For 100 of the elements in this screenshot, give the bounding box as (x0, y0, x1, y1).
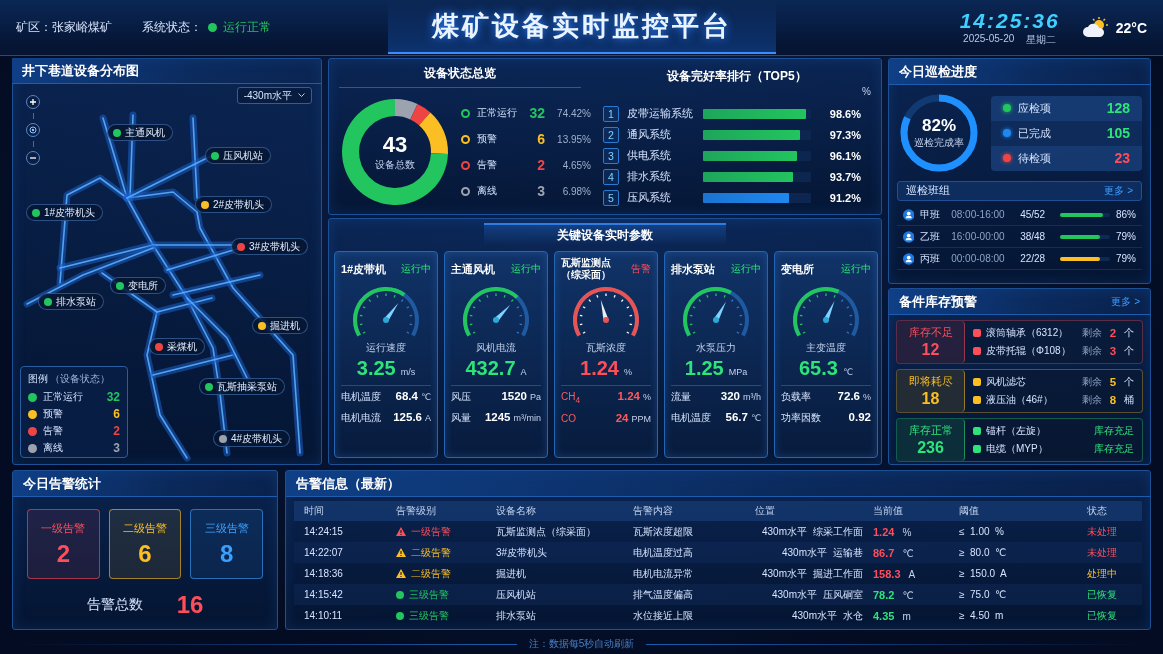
qty-unit: 个 (1124, 326, 1134, 341)
warning-icon (396, 569, 406, 579)
device-marker[interactable]: 排水泵站 (38, 293, 104, 311)
table-cell-text: 掘进机 (496, 566, 527, 581)
alarm-level-label: 一级告警 (41, 520, 86, 536)
part-name: 液压油（46#） (986, 393, 1053, 408)
metric-label: 瓦斯浓度 (586, 341, 626, 356)
device-marker[interactable]: 变电所 (110, 277, 166, 295)
legend-subtitle: （设备状态） (50, 372, 110, 387)
alarm-status: 已恢复 (1087, 608, 1118, 623)
param-label: 风压 (451, 390, 471, 405)
table-row[interactable]: 14:18:36 二级告警 掘进机 电机电流异常 430m水平 掘进工作面 158.3 A ≥ 150.0 A 处理中 (294, 563, 1142, 585)
metric-unit: m/s (400, 367, 416, 378)
current-value: 4.35 (873, 609, 895, 622)
alarm-level-count: 2 (56, 539, 70, 568)
table-row[interactable]: 14:24:15 一级告警 瓦斯监测点（综采面） 瓦斯浓度超限 430m水平 综采工作面 1.24 % ≤ 1.00 % 未处理 (294, 521, 1142, 543)
table-row[interactable]: 14:10:11 三级告警 排水泵站 水位接近上限 430m水平 水仓 4.35 m ≥ 4.50 m 已恢复 (294, 605, 1142, 627)
alarm-level: 一级告警 (411, 524, 451, 539)
status-count: 32 (528, 105, 545, 122)
legend-label: 预警 (43, 407, 63, 422)
param-unit: m³/min (513, 413, 541, 424)
param-label: 电机温度 (671, 411, 711, 426)
device-label: 采煤机 (167, 339, 197, 354)
device-marker[interactable]: 瓦斯抽采泵站 (199, 378, 285, 396)
metric-value: 1.25 (684, 357, 724, 381)
alarm-status: 未处理 (1087, 545, 1118, 560)
section-title: 关键设备实时参数 (484, 223, 726, 246)
rate-value: 97.3% (828, 128, 861, 141)
weekday-text: 星期二 (1026, 32, 1057, 47)
table-row[interactable]: 14:15:42 三级告警 压风机站 排气温度偏高 430m水平 压风硐室 78.2 ℃ ≥ 75.0 ℃ 已恢复 (294, 584, 1142, 606)
value-unit: % (902, 526, 912, 538)
rank-number: 1 (603, 105, 619, 122)
device-marker[interactable]: 2#皮带机头 (195, 196, 273, 214)
table-cell: 430m水平 (782, 545, 827, 560)
shift-name: 乙班 (920, 229, 942, 244)
device-marker[interactable]: 掘进机 (252, 317, 308, 335)
legend-label: 告警 (43, 424, 63, 439)
shift-percent: 79% (1116, 231, 1136, 243)
device-marker[interactable]: 4#皮带机头 (213, 430, 291, 448)
table-cell: 430m水平 (792, 608, 837, 623)
column-header: 告警级别 (396, 504, 437, 519)
table-cell: 掘进工作面 (813, 566, 863, 581)
column-header: 时间 (304, 504, 325, 519)
device-marker[interactable]: 压风机站 (205, 147, 271, 165)
table-cell: 水仓 (843, 608, 863, 623)
run-status: 告警 (631, 262, 651, 277)
device-name: 1#皮带机 (341, 263, 387, 276)
panel-title: 告警信息（最新） (296, 474, 400, 493)
table-cell: 430m水平 (762, 524, 807, 539)
person-icon (903, 208, 915, 221)
device-marker[interactable]: 1#皮带机头 (26, 204, 104, 222)
column-header: 当前值 (873, 504, 904, 519)
part-name: 皮带托辊（Φ108） (986, 344, 1071, 359)
system-name: 通风系统 (627, 127, 672, 142)
device-marker[interactable]: 采煤机 (149, 338, 205, 356)
level-title: 库存不足 (908, 325, 953, 340)
rate-value: 98.6% (828, 107, 861, 120)
device-name: 排水泵站 (671, 263, 715, 276)
system-name: 供电系统 (627, 148, 672, 163)
total-count: 16 (176, 591, 204, 620)
param-unit: ℃ (750, 413, 761, 424)
run-status: 运行中 (731, 262, 761, 277)
panel-title: 井下巷道设备分布图 (22, 61, 139, 80)
value-unit: ℃ (902, 589, 914, 601)
device-marker[interactable]: 主通风机 (107, 124, 173, 142)
shift-ratio: 38/48 (1020, 231, 1047, 243)
table-cell-text: 14:15:42 (304, 589, 344, 601)
metric-label: 运行速度 (366, 341, 406, 356)
table-cell-text: 瓦斯监测点（综采面） (496, 524, 597, 539)
more-link[interactable]: 更多 > (1104, 184, 1133, 199)
shift-time: 08:00-16:00 (951, 209, 1006, 221)
more-link[interactable]: 更多 > (1111, 294, 1140, 309)
remain-qty: 2 (1108, 327, 1118, 340)
total-count: 43 (382, 132, 408, 159)
table-row[interactable]: 14:22:07 二级告警 3#皮带机头 电机温度过高 430m水平 运输巷 86.7 ℃ ≥ 80.0 ℃ 未处理 (294, 542, 1142, 564)
panel-title: 今日巡检进度 (899, 62, 977, 81)
metric-unit: % (623, 367, 632, 378)
legend-label: 离线 (43, 441, 63, 456)
panel-title: 备件库存预警 (899, 292, 977, 311)
param-unit: PPM (631, 414, 651, 425)
stock-status: 库存充足 (1094, 442, 1134, 457)
column-header: 位置 (755, 504, 776, 519)
threshold-value: ≥ 75.0 ℃ (959, 589, 1008, 601)
table-cell-text: 排气温度偏高 (633, 587, 694, 602)
section-title: 设备状态总览 (339, 65, 581, 89)
level-dropdown[interactable]: -430m水平 (236, 87, 312, 105)
run-status: 运行中 (841, 262, 871, 277)
status-dot-icon (396, 590, 404, 599)
stat-label: 待检项 (1018, 150, 1051, 166)
param-value: 320 (720, 390, 740, 403)
stat-label: 已完成 (1018, 125, 1051, 141)
param-value: 125.6 (393, 411, 422, 424)
weather-icon (1081, 16, 1110, 39)
param-value: 72.6 (837, 390, 860, 403)
remain-qty: 3 (1108, 345, 1118, 358)
device-label: 变电所 (128, 278, 158, 293)
threshold-value: ≥ 4.50 m (959, 610, 1005, 622)
remain-label: 剩余 (1082, 375, 1102, 390)
table-cell: 压风硐室 (823, 587, 863, 602)
device-marker[interactable]: 3#皮带机头 (231, 238, 309, 256)
